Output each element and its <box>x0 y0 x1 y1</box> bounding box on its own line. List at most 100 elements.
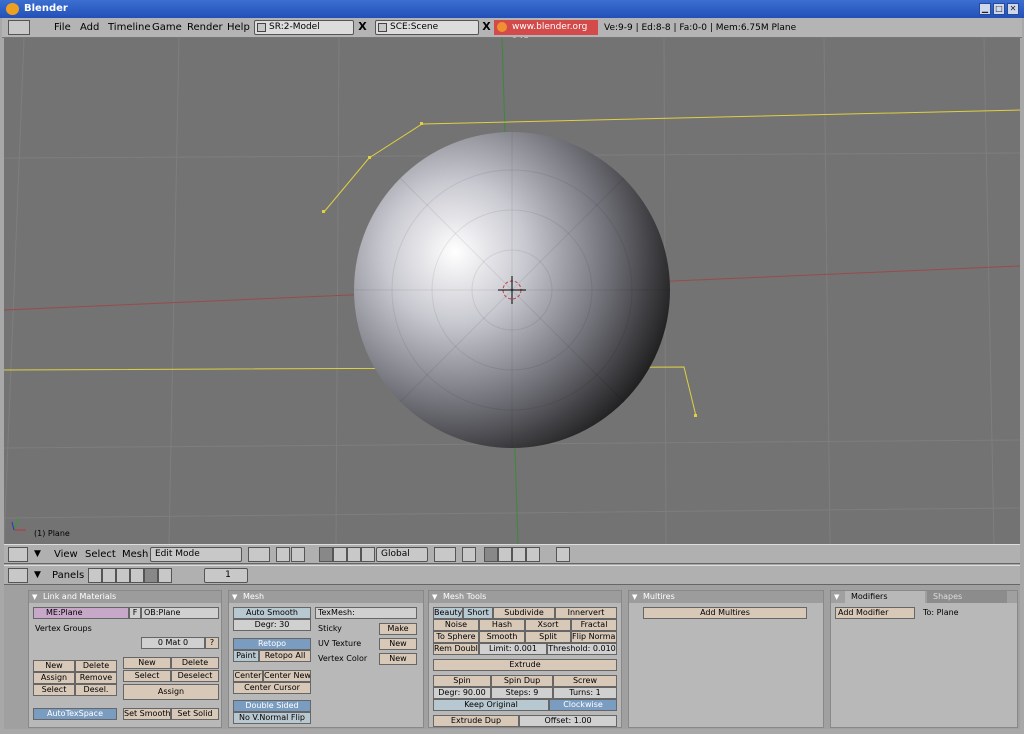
menu-view[interactable]: View <box>54 547 78 562</box>
edge-select-icon[interactable] <box>498 547 512 562</box>
sticky-make-button[interactable]: Make <box>379 623 417 635</box>
set-smooth-button[interactable]: Set Smooth <box>123 708 171 720</box>
close-window-button[interactable]: ✕ <box>1007 3 1019 15</box>
short-toggle[interactable]: Short <box>463 607 493 619</box>
fake-user-button[interactable]: F <box>129 607 141 619</box>
vgroup-assign-button[interactable]: Assign <box>33 672 75 684</box>
draw-type-icon[interactable] <box>248 547 270 562</box>
clockwise-toggle[interactable]: Clockwise <box>549 699 617 711</box>
center-new-button[interactable]: Center New <box>263 670 311 682</box>
screen-selector[interactable]: SR:2-Model <box>254 20 354 35</box>
screw-turns-field[interactable]: Turns: 1 <box>553 687 617 699</box>
panel-header[interactable]: Multires <box>629 591 823 603</box>
vgroup-select-button[interactable]: Select <box>33 684 75 696</box>
tab-shapes[interactable]: Shapes <box>927 591 1007 603</box>
object-context-icon[interactable] <box>130 568 144 583</box>
material-delete-button[interactable]: Delete <box>171 657 219 669</box>
spin-button[interactable]: Spin <box>433 675 491 687</box>
set-solid-button[interactable]: Set Solid <box>171 708 219 720</box>
menu-mesh[interactable]: Mesh <box>122 547 148 562</box>
material-new-button[interactable]: New <box>123 657 171 669</box>
editor-type-icon-2[interactable] <box>8 568 28 583</box>
hand-tool-icon[interactable] <box>319 547 333 562</box>
limit-field[interactable]: Limit: 0.001 <box>479 643 547 655</box>
collapse-arrow-icon-2[interactable]: ▼ <box>34 568 41 583</box>
flip-normals-button[interactable]: Flip Normals <box>571 631 617 643</box>
shading-context-icon[interactable] <box>116 568 130 583</box>
material-deselect-button[interactable]: Deselect <box>171 670 219 682</box>
center-cursor-button[interactable]: Center Cursor <box>233 682 311 694</box>
mesh-name-field[interactable]: ME:Plane <box>33 607 129 619</box>
render-view-icon[interactable] <box>556 547 570 562</box>
double-sided-toggle[interactable]: Double Sided <box>233 700 311 712</box>
material-help-button[interactable]: ? <box>205 637 219 649</box>
logic-context-icon[interactable] <box>88 568 102 583</box>
face-select-icon[interactable] <box>512 547 526 562</box>
rem-double-button[interactable]: Rem Double <box>433 643 479 655</box>
menu-help[interactable]: Help <box>227 20 250 36</box>
autotexspace-toggle[interactable]: AutoTexSpace <box>33 708 117 720</box>
material-assign-button[interactable]: Assign <box>123 684 219 700</box>
window-type-icon[interactable] <box>8 20 30 35</box>
menu-select[interactable]: Select <box>85 547 116 562</box>
screw-button[interactable]: Screw <box>553 675 617 687</box>
material-index-field[interactable]: 0 Mat 0 <box>141 637 205 649</box>
keep-original-toggle[interactable]: Keep Original <box>433 699 549 711</box>
scale-tool-icon[interactable] <box>347 547 361 562</box>
vgroup-delete-button[interactable]: Delete <box>75 660 117 672</box>
3d-viewport[interactable]: (1) Plane <box>4 38 1020 544</box>
vgroup-remove-button[interactable]: Remove <box>75 672 117 684</box>
collapse-arrow-icon[interactable]: ▼ <box>34 547 41 562</box>
vertex-color-new-button[interactable]: New <box>379 653 417 665</box>
spin-steps-field[interactable]: Steps: 9 <box>491 687 553 699</box>
tab-modifiers[interactable]: Modifiers <box>845 591 925 603</box>
spin-dup-button[interactable]: Spin Dup <box>491 675 553 687</box>
uv-texture-new-button[interactable]: New <box>379 638 417 650</box>
spin-degrees-field[interactable]: Degr: 90.00 <box>433 687 491 699</box>
retopo-toggle[interactable]: Retopo <box>233 638 311 650</box>
mode-dropdown[interactable]: Edit Mode <box>150 547 242 562</box>
panel-header[interactable]: Mesh <box>229 591 423 603</box>
threshold-field[interactable]: Threshold: 0.010 <box>547 643 617 655</box>
scene-selector[interactable]: SCE:Scene <box>375 20 479 35</box>
occlude-geometry-icon[interactable] <box>526 547 540 562</box>
vgroup-deselect-button[interactable]: Desel. <box>75 684 117 696</box>
screen-delete-button[interactable]: X <box>356 20 369 35</box>
extrude-dup-button[interactable]: Extrude Dup <box>433 715 519 727</box>
smooth-degrees-field[interactable]: Degr: 30 <box>233 619 311 631</box>
vgroup-new-button[interactable]: New <box>33 660 75 672</box>
retopo-paint-button[interactable]: Paint <box>233 650 259 662</box>
hash-button[interactable]: Hash <box>479 619 525 631</box>
panel-header[interactable]: Mesh Tools <box>429 591 621 603</box>
fractal-button[interactable]: Fractal <box>571 619 617 631</box>
xsort-button[interactable]: Xsort <box>525 619 571 631</box>
beauty-toggle[interactable]: Beauty <box>433 607 463 619</box>
menu-timeline[interactable]: Timeline <box>108 20 151 36</box>
proportional-edit-icon[interactable] <box>434 547 456 562</box>
frame-number-field[interactable]: 1 <box>204 568 248 583</box>
material-select-button[interactable]: Select <box>123 670 171 682</box>
menu-render[interactable]: Render <box>187 20 223 36</box>
smooth-button[interactable]: Smooth <box>479 631 525 643</box>
minimize-button[interactable]: ▁ <box>979 3 991 15</box>
script-context-icon[interactable] <box>102 568 116 583</box>
extrude-button[interactable]: Extrude <box>433 659 617 671</box>
auto-smooth-toggle[interactable]: Auto Smooth <box>233 607 311 619</box>
add-multires-button[interactable]: Add Multires <box>643 607 807 619</box>
editor-type-icon[interactable] <box>8 547 28 562</box>
panel-header[interactable]: Link and Materials <box>29 591 221 603</box>
manipulator-icon[interactable] <box>361 547 375 562</box>
menu-add[interactable]: Add <box>80 20 99 36</box>
snap-icon[interactable] <box>462 547 476 562</box>
texmesh-field[interactable]: TexMesh: <box>315 607 417 619</box>
grab-icon[interactable] <box>291 547 305 562</box>
rotate-tool-icon[interactable] <box>333 547 347 562</box>
vertex-select-icon[interactable] <box>484 547 498 562</box>
menu-game[interactable]: Game <box>152 20 182 36</box>
editing-context-icon[interactable] <box>144 568 158 583</box>
orientation-dropdown[interactable]: Global <box>376 547 428 562</box>
website-link[interactable]: www.blender.org 245 <box>494 20 598 47</box>
pivot-icon[interactable] <box>276 547 290 562</box>
center-button[interactable]: Center <box>233 670 263 682</box>
noise-button[interactable]: Noise <box>433 619 479 631</box>
